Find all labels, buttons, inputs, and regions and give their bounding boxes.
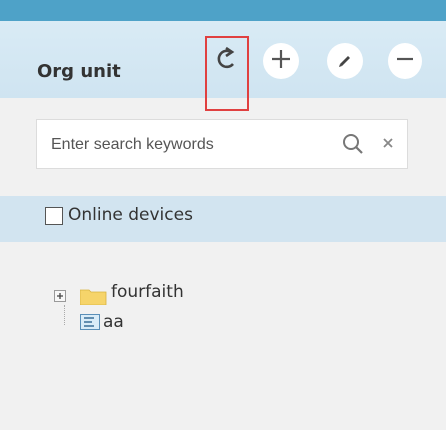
refresh-icon: [216, 46, 238, 76]
search-input[interactable]: [49, 132, 313, 158]
pencil-icon: [336, 50, 354, 72]
edit-button[interactable]: [327, 43, 363, 79]
minus-icon: [394, 48, 416, 74]
panel-header: Org unit: [0, 21, 446, 111]
panel-title: Org unit: [37, 61, 121, 82]
plus-icon: [270, 48, 292, 74]
expand-plus-icon[interactable]: [54, 290, 66, 302]
close-icon[interactable]: [381, 135, 395, 154]
folder-icon: [79, 287, 107, 306]
tree-node-label[interactable]: aa: [103, 312, 124, 332]
filter-bar: [0, 196, 446, 242]
online-devices-label[interactable]: Online devices: [68, 205, 193, 225]
tree-node-label[interactable]: fourfaith: [111, 282, 184, 302]
org-unit-panel: Org unit Enter search keywords Online de…: [0, 0, 446, 430]
refresh-button[interactable]: [209, 43, 245, 79]
tree-connector-line: [64, 305, 66, 325]
top-accent-bar: [0, 0, 446, 21]
add-button[interactable]: [263, 43, 299, 79]
device-list-icon: [80, 314, 100, 330]
search-box: [36, 119, 408, 169]
remove-button[interactable]: [388, 43, 422, 79]
online-devices-checkbox[interactable]: [45, 207, 63, 225]
search-icon[interactable]: [341, 132, 365, 160]
